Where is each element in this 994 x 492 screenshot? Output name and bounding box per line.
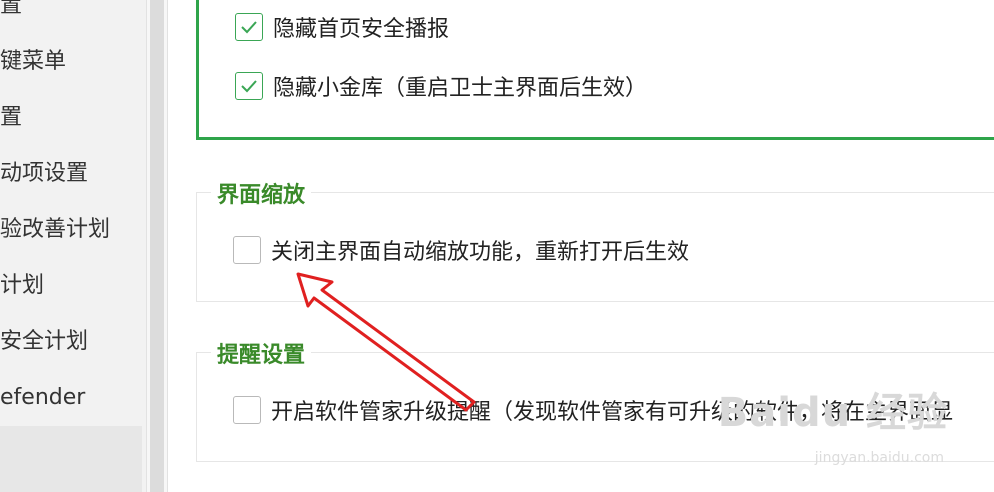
sidebar: 置 键菜单 置 动项设置 验改善计划 计划 安全计划 efender (0, 0, 146, 492)
interface-zoom-group: 界面缩放 关闭主界面自动缩放功能，重新打开后生效 (196, 177, 994, 302)
sidebar-item[interactable]: 置 (0, 98, 22, 138)
group-title: 界面缩放 (211, 177, 312, 209)
checkbox-checked[interactable] (235, 13, 263, 41)
highlighted-options-group: 隐藏首页安全播报 隐藏小金库（重启卫士主界面后生效） (196, 0, 994, 140)
watermark-url: jingyan.baidu.com (814, 450, 944, 466)
checkbox-unchecked[interactable] (233, 396, 261, 424)
baidu-jingyan-watermark: Baidu 经验 jingyan.baidu.com (717, 380, 948, 466)
sidebar-item[interactable]: 计划 (0, 266, 44, 306)
sidebar-item[interactable]: 验改善计划 (0, 210, 110, 250)
sidebar-item[interactable]: 键菜单 (0, 42, 66, 82)
option-hide-home-security-broadcast[interactable]: 隐藏首页安全播报 (235, 10, 449, 44)
sidebar-selected-highlight (0, 426, 142, 492)
watermark-logo: Baidu 经验 (717, 390, 948, 436)
checkbox-checked[interactable] (235, 72, 263, 100)
option-label: 关闭主界面自动缩放功能，重新打开后生效 (271, 240, 690, 265)
sidebar-item[interactable]: 安全计划 (0, 322, 88, 362)
option-label: 隐藏小金库（重启卫士主界面后生效） (273, 76, 648, 101)
option-disable-auto-zoom[interactable]: 关闭主界面自动缩放功能，重新打开后生效 (233, 233, 689, 267)
checkbox-unchecked[interactable] (233, 236, 261, 264)
sidebar-scrollbar-thumb[interactable] (150, 0, 164, 492)
sidebar-item[interactable]: efender (0, 378, 85, 418)
check-icon (241, 80, 257, 93)
group-title: 提醒设置 (211, 337, 312, 369)
check-icon (241, 21, 257, 34)
option-hide-small-vault[interactable]: 隐藏小金库（重启卫士主界面后生效） (235, 69, 647, 103)
sidebar-item[interactable]: 置 (0, 0, 22, 26)
sidebar-item[interactable]: 动项设置 (0, 154, 88, 194)
option-label: 隐藏首页安全播报 (273, 17, 450, 42)
